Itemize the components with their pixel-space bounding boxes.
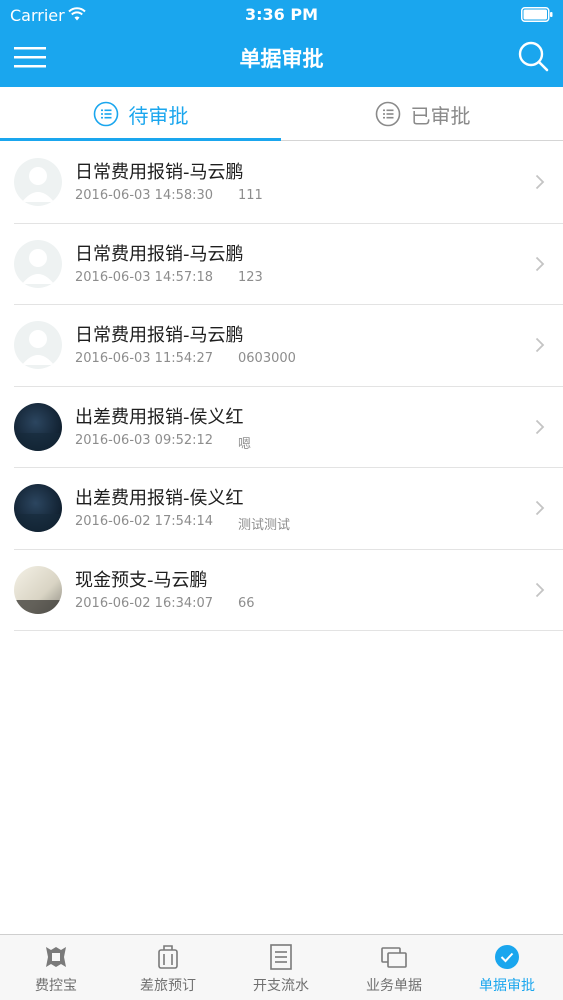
list-item[interactable]: 日常费用报销-马云鹏 2016-06-03 11:54:27 0603000 [14, 305, 563, 387]
tabbar-item-expenses[interactable]: 开支流水 [225, 935, 337, 1000]
tab-label: 已审批 [410, 103, 471, 128]
list-item[interactable]: 日常费用报销-马云鹏 2016-06-03 14:58:30 111 [14, 142, 563, 224]
status-bar: Carrier 3:36 PM [0, 0, 563, 30]
item-timestamp: 2016-06-02 16:34:07 [75, 595, 214, 611]
tabbar-label: 费控宝 [35, 978, 77, 994]
item-note: 嗯 [238, 436, 252, 452]
avatar [14, 402, 62, 451]
clock: 3:36 PM [244, 5, 318, 24]
item-note: 111 [238, 188, 263, 203]
battery-icon [521, 7, 553, 22]
tabbar-item-travel[interactable]: 差旅预订 [112, 935, 224, 1000]
item-title: 出差费用报销-侯义红 [75, 406, 244, 428]
item-note: 66 [238, 595, 255, 611]
avatar [14, 239, 62, 288]
tabbar-item-documents[interactable]: 业务单据 [338, 935, 450, 1000]
avatar [14, 484, 62, 532]
tab-pending[interactable]: 待审批 [0, 87, 281, 141]
list-item[interactable]: 出差费用报销-侯义红 2016-06-02 17:54:14 测试测试 [14, 468, 563, 550]
approval-list: 日常费用报销-马云鹏 2016-06-03 14:58:30 111 日常费用报… [0, 142, 563, 631]
chevron-right-icon [535, 337, 545, 353]
documents-icon [381, 947, 407, 968]
tab-approved[interactable]: 已审批 [282, 87, 563, 141]
item-note: 测试测试 [238, 518, 291, 533]
header: Carrier 3:36 PM 单据审批 [0, 0, 563, 87]
chevron-right-icon [535, 500, 545, 516]
chevron-right-icon [535, 419, 545, 434]
active-tab-indicator [0, 138, 281, 141]
segment-tabs: 待审批 已审批 [0, 87, 563, 141]
ledger-icon [270, 944, 292, 970]
item-timestamp: 2016-06-03 14:58:30 [75, 188, 214, 203]
item-timestamp: 2016-06-03 11:54:27 [75, 351, 214, 366]
item-title: 出差费用报销-侯义红 [75, 488, 244, 509]
tabbar-label: 业务单据 [366, 978, 422, 994]
page-title: 单据审批 [239, 47, 324, 71]
badge-icon [46, 947, 66, 967]
chevron-right-icon [535, 174, 545, 190]
item-note: 123 [238, 269, 263, 285]
item-timestamp: 2016-06-03 14:57:18 [75, 269, 214, 285]
bottom-tab-bar: 费控宝 差旅预订 开支流水 业务单据 单据审批 [0, 934, 563, 1000]
tabbar-label: 差旅预订 [140, 978, 196, 994]
item-title: 日常费用报销-马云鹏 [75, 162, 244, 183]
list-circle-icon [93, 101, 118, 127]
avatar [14, 321, 62, 369]
list-item[interactable]: 出差费用报销-侯义红 2016-06-03 09:52:12 嗯 [14, 387, 563, 468]
item-title: 现金预支-马云鹏 [75, 569, 208, 591]
list-item[interactable]: 日常费用报销-马云鹏 2016-06-03 14:57:18 123 [14, 224, 563, 305]
item-title: 日常费用报销-马云鹏 [75, 243, 244, 265]
tab-label: 待审批 [128, 103, 189, 128]
item-timestamp: 2016-06-03 09:52:12 [75, 432, 214, 448]
avatar [14, 158, 62, 206]
tabbar-label: 单据审批 [479, 978, 535, 994]
avatar [14, 565, 62, 614]
item-timestamp: 2016-06-02 17:54:14 [75, 514, 214, 529]
chevron-right-icon [535, 582, 545, 597]
item-note: 0603000 [238, 351, 296, 366]
tabbar-item-approval[interactable]: 单据审批 [451, 935, 563, 1000]
item-title: 日常费用报销-马云鹏 [75, 325, 244, 346]
luggage-icon [158, 945, 178, 969]
list-circle-icon [375, 101, 400, 127]
tabbar-label: 开支流水 [253, 978, 309, 994]
list-item[interactable]: 现金预支-马云鹏 2016-06-02 16:34:07 66 [14, 550, 563, 631]
tabbar-item-feikongbao[interactable]: 费控宝 [0, 935, 112, 1000]
chevron-right-icon [535, 256, 545, 271]
check-circle-icon [495, 945, 519, 969]
search-icon[interactable] [517, 40, 549, 72]
